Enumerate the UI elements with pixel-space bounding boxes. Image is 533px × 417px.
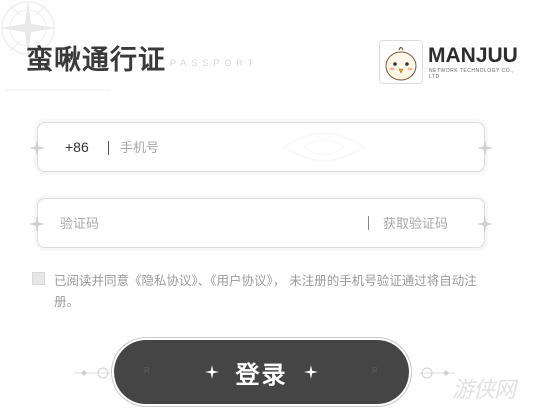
page-title: 蛮啾通行证 (26, 45, 166, 76)
manjuu-logo: MANJUU NETWORK TECHNOLOGY CO., LTD (379, 40, 519, 84)
field-divider (368, 216, 369, 230)
sparkle-icon (29, 140, 45, 156)
login-faint-right: R (372, 366, 378, 375)
agreement-prefix: 已阅读并同意 (54, 273, 130, 288)
watermark: 游侠网 (452, 378, 516, 403)
verification-code-input[interactable] (60, 214, 340, 234)
agreement-joiner: 、 (197, 273, 211, 288)
country-code[interactable]: +86 (65, 139, 89, 155)
login-label: 登录 (235, 360, 288, 389)
passport-decoration-text: PASSPORT (170, 58, 259, 68)
logo-subtitle: NETWORK TECHNOLOGY CO., LTD (429, 68, 514, 80)
agreement-checkbox[interactable] (32, 272, 45, 285)
sparkle-icon (477, 216, 493, 232)
login-button[interactable]: R 登录 R (114, 340, 409, 404)
privacy-agreement-link[interactable]: 《隐私协议》 (129, 273, 198, 288)
get-code-button[interactable]: 获取验证码 (383, 213, 448, 232)
phone-input[interactable] (120, 138, 370, 158)
agreement-text: 已阅读并同意《隐私协议》、《用户协议》， 未注册的手机号验证通过将自动注册。 (54, 270, 494, 312)
phone-field[interactable]: +86 (29, 122, 493, 172)
sparkle-icon (29, 216, 45, 232)
sparkle-icon (304, 365, 318, 379)
user-agreement-link[interactable]: 《用户协议》 (210, 273, 273, 288)
login-page: 蛮啾通行证 PASSPORT MANJUU NETWORK TECHNOLOGY… (0, 0, 533, 417)
chick-mascot-icon (379, 40, 423, 84)
sparkle-icon (477, 140, 493, 156)
field-divider (108, 141, 109, 155)
logo-name: MANJUU (428, 44, 518, 67)
verification-code-field[interactable]: 获取验证码 (29, 198, 493, 248)
